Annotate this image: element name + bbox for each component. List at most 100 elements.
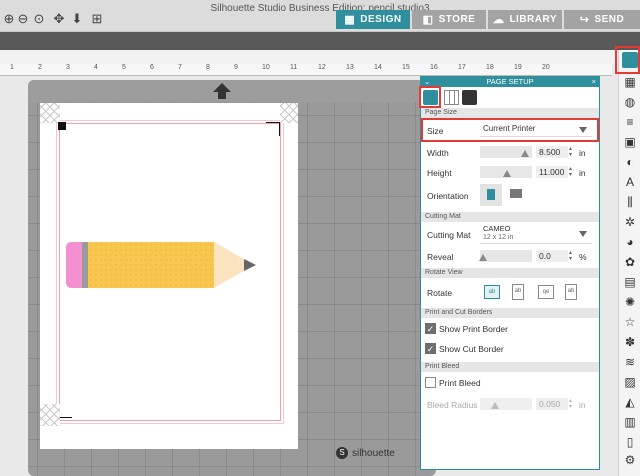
- show-print-border-checkbox[interactable]: ✓: [425, 323, 436, 334]
- bleed-radius-label: Bleed Radius: [427, 400, 478, 410]
- tab-grid-icon[interactable]: [444, 90, 459, 105]
- reveal-slider[interactable]: [480, 250, 532, 262]
- tab-registration-icon[interactable]: [462, 90, 477, 105]
- top-ruler: 1 2 3 4 5 6 7 8 9 10 11 12 13 14 15 16 1…: [0, 64, 612, 76]
- chevron-down-icon: [579, 231, 587, 237]
- bleed-radius-unit: in: [579, 400, 586, 410]
- move-down-icon[interactable]: ⬇: [70, 12, 84, 26]
- panel-scrollbar[interactable]: [590, 90, 598, 310]
- cutting-mat-label: Cutting Mat: [427, 230, 471, 240]
- cutting-mat-header: [28, 80, 436, 102]
- chevron-down-icon: [579, 127, 587, 133]
- ruler-number: 12: [318, 64, 326, 71]
- ruler-number: 5: [122, 64, 126, 71]
- panel-close-icon[interactable]: ×: [592, 76, 596, 87]
- ruler-number: 19: [514, 64, 522, 71]
- cutting-mat-dropdown[interactable]: CAMEO 12 x 12 in: [480, 224, 592, 244]
- ruler-number: 14: [374, 64, 382, 71]
- bleed-radius-input: 0.050: [536, 398, 568, 410]
- width-slider-thumb[interactable]: [521, 150, 529, 157]
- reveal-unit: %: [579, 252, 587, 262]
- show-cut-border-label: Show Cut Border: [439, 344, 504, 354]
- orientation-label: Orientation: [427, 191, 469, 201]
- tab-store-label: STORE: [438, 14, 476, 25]
- toolbar-band: [0, 32, 640, 50]
- show-cut-border-checkbox[interactable]: ✓: [425, 343, 436, 354]
- fill-icon[interactable]: ▣: [622, 134, 638, 150]
- modify-icon[interactable]: ◕: [622, 234, 638, 250]
- orientation-portrait-button[interactable]: [480, 184, 502, 206]
- star-icon[interactable]: ☆: [622, 314, 638, 330]
- ruler-number: 6: [150, 64, 154, 71]
- print-bleed-checkbox[interactable]: [425, 377, 436, 388]
- ruler-number: 2: [38, 64, 42, 71]
- section-page-size: Page Size: [421, 108, 599, 118]
- page-setup-title: PAGE SETUP: [486, 77, 534, 86]
- rotate-270-button[interactable]: ab: [565, 284, 577, 300]
- cloud-icon: ☁: [492, 14, 505, 26]
- store-icon: ◧: [422, 14, 434, 26]
- trace-icon[interactable]: ▤: [622, 274, 638, 290]
- size-dropdown-value: Current Printer: [483, 124, 536, 133]
- text-style-icon[interactable]: A: [622, 174, 638, 190]
- fit-to-page-icon[interactable]: ⊞: [90, 12, 104, 26]
- layers-icon[interactable]: ≋: [622, 354, 638, 370]
- rotate-0-button[interactable]: ab: [484, 285, 500, 299]
- ruler-number: 3: [66, 64, 70, 71]
- height-spinner[interactable]: ▴ ▾: [569, 166, 575, 178]
- hatch-icon[interactable]: ▨: [622, 374, 638, 390]
- ruler-number: 7: [178, 64, 182, 71]
- tab-store[interactable]: ◧ STORE: [412, 10, 486, 29]
- height-slider-thumb[interactable]: [503, 170, 511, 177]
- tab-send[interactable]: ↪ SEND: [564, 10, 640, 29]
- settings-gear-icon[interactable]: ⚙: [622, 452, 638, 468]
- bleed-radius-slider-thumb: [491, 402, 499, 409]
- design-settings-icon[interactable]: ▦: [622, 74, 638, 90]
- reveal-slider-thumb[interactable]: [479, 254, 487, 261]
- line-style-icon[interactable]: ≡: [622, 114, 638, 130]
- contrast-icon[interactable]: ◐: [622, 154, 638, 170]
- width-input[interactable]: 8.500: [536, 146, 568, 158]
- ruler-number: 15: [402, 64, 410, 71]
- puzzle-icon[interactable]: ✽: [622, 334, 638, 350]
- align-icon[interactable]: ⫼: [622, 194, 638, 210]
- print-bleed-label: Print Bleed: [439, 378, 481, 388]
- section-rotate-view: Rotate View: [421, 268, 599, 278]
- cutting-mat-value: CAMEO: [483, 224, 511, 233]
- rotate-90-button[interactable]: ab: [512, 284, 524, 300]
- height-input[interactable]: 11.000: [536, 166, 568, 178]
- page-setup-tab-highlight: [419, 86, 441, 108]
- pan-icon[interactable]: ✥: [52, 12, 66, 26]
- ruler-number: 1: [10, 64, 14, 71]
- rotate-label: Rotate: [427, 288, 453, 298]
- color-palette-icon[interactable]: ◍: [622, 94, 638, 110]
- ruler-number: 16: [430, 64, 438, 71]
- tab-library[interactable]: ☁ LIBRARY: [488, 10, 562, 29]
- size-dropdown[interactable]: Current Printer: [480, 121, 592, 137]
- pencil-shape[interactable]: [64, 238, 260, 294]
- feed-direction-arrow-icon: [213, 83, 231, 99]
- height-label: Height: [427, 168, 452, 178]
- offset-icon[interactable]: ✿: [622, 254, 638, 270]
- width-spinner[interactable]: ▴ ▾: [569, 146, 575, 158]
- notebook-icon[interactable]: ▯: [622, 434, 638, 450]
- silhouette-logo: S silhouette: [336, 446, 395, 460]
- reveal-spinner[interactable]: ▴ ▾: [569, 250, 575, 262]
- zoom-select-icon[interactable]: ⊙: [32, 12, 46, 26]
- zoom-out-icon[interactable]: ⊖: [16, 12, 30, 26]
- reveal-input[interactable]: 0.0: [536, 250, 568, 262]
- bleed-radius-spinner: ▴ ▾: [569, 398, 573, 410]
- sketch-icon[interactable]: ✺: [622, 294, 638, 310]
- replicate-icon[interactable]: ✲: [622, 214, 638, 230]
- section-cutting-mat: Cutting Mat: [421, 212, 599, 222]
- orientation-landscape-button[interactable]: [510, 189, 522, 198]
- grid-icon: ▦: [344, 14, 356, 26]
- registration-mark-top-left: [40, 103, 60, 123]
- eraser-icon[interactable]: ◭: [622, 394, 638, 410]
- tab-design[interactable]: ▦ DESIGN: [336, 10, 410, 29]
- cutting-mat-size: 12 x 12 in: [483, 234, 514, 241]
- ruler-number: 9: [234, 64, 238, 71]
- library-icon[interactable]: ▥: [622, 414, 638, 430]
- rotate-180-button[interactable]: qe: [538, 285, 554, 299]
- zoom-in-icon[interactable]: ⊕: [2, 12, 16, 26]
